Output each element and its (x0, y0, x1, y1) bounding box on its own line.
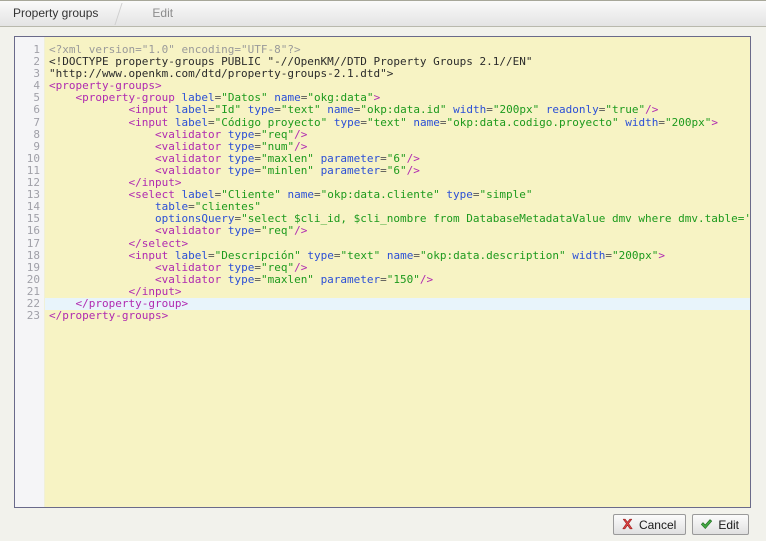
tab-edit-label: Edit (152, 6, 174, 20)
code-line[interactable]: <input label="Código proyecto" type="tex… (45, 116, 750, 129)
line-number: 16 (26, 224, 40, 238)
cancel-button-label: Cancel (638, 517, 677, 532)
code-line[interactable]: <input label="Descripción" type="text" n… (45, 249, 750, 262)
line-number: 23 (26, 309, 40, 323)
line-number: 18 (26, 248, 40, 262)
line-number: 19 (26, 260, 40, 274)
editor-button-bar: Cancel Edit (14, 508, 751, 541)
green-check-icon (701, 519, 713, 529)
red-x-icon (622, 518, 633, 530)
line-number: 8 (33, 127, 40, 141)
tab-edit[interactable]: Edit (134, 0, 187, 26)
edit-button[interactable]: Edit (692, 514, 749, 535)
code-line[interactable]: </property-groups> (45, 310, 750, 322)
code-line[interactable]: <validator type="req"/> (45, 128, 750, 141)
editor-code-area[interactable]: <?xml version="1.0" encoding="UTF-8"?> <!… (45, 37, 750, 507)
tab-property-groups[interactable]: Property groups (0, 0, 112, 26)
line-number: 17 (26, 236, 40, 250)
tab-property-groups-label: Property groups (13, 6, 99, 20)
line-number: 7 (33, 115, 40, 129)
breadcrumb-separator-icon (112, 0, 134, 26)
line-number: 6 (33, 103, 40, 117)
edit-button-label: Edit (718, 517, 739, 532)
editor-line-number-gutter: 1 2 3 4 5 6 7 8 9 10 11 12 13 14 15 16 17 18 19 20 21 22 23 (15, 37, 45, 507)
breadcrumb: Property groups Edit (0, 0, 766, 27)
cancel-button[interactable]: Cancel (612, 514, 687, 535)
xml-editor[interactable]: 1 2 3 4 5 6 7 8 9 10 11 12 13 14 15 16 17 18 19 20 21 22 23 <?… (14, 36, 751, 508)
